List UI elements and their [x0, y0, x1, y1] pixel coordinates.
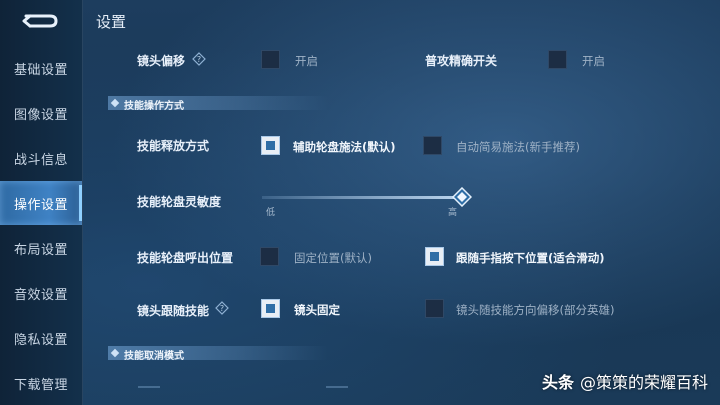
camera-follow-label: 镜头跟随技能 — [137, 304, 210, 318]
attack-precision-label: 普攻精确开关 — [425, 54, 498, 68]
attack-precision-option: 开启 — [582, 54, 605, 68]
skill-cast-option1-checkbox[interactable] — [261, 136, 280, 155]
watermark: 头条 @策策的荣耀百科 — [542, 369, 708, 393]
camera-offset-option: 开启 — [295, 54, 318, 68]
wheel-position-option2[interactable]: 跟随手指按下位置(适合滑动) — [456, 250, 605, 266]
wheel-sensitivity-label: 技能轮盘灵敏度 — [137, 195, 222, 209]
sidebar-item-download[interactable]: 下载管理 — [0, 361, 82, 405]
sidebar-item-basic[interactable]: 基础设置 — [0, 46, 82, 90]
section-skill-cancel-label: 技能取消模式 — [124, 351, 184, 362]
svg-text:?: ? — [197, 55, 201, 64]
wheel-position-label: 技能轮盘呼出位置 — [137, 251, 234, 265]
skill-cast-option1[interactable]: 辅助轮盘施法(默认) — [293, 139, 396, 155]
section-skill-operation-label: 技能操作方式 — [124, 101, 184, 112]
partial-row-indicator — [138, 386, 160, 388]
camera-follow-option1-checkbox[interactable] — [261, 299, 280, 318]
sensitivity-high-label: 高 — [448, 208, 458, 218]
wheel-position-option1-checkbox[interactable] — [260, 247, 279, 266]
sensitivity-slider-handle[interactable] — [452, 187, 472, 207]
attack-precision-checkbox[interactable] — [548, 50, 567, 69]
sidebar-item-controls[interactable]: 操作设置 — [0, 181, 82, 225]
page-title: 设置 — [96, 13, 127, 31]
watermark-author: @策策的荣耀百科 — [579, 373, 708, 392]
sidebar-item-privacy[interactable]: 隐私设置 — [0, 316, 82, 360]
sidebar-item-image[interactable]: 图像设置 — [0, 91, 82, 135]
camera-follow-option1[interactable]: 镜头固定 — [294, 302, 340, 318]
back-arrow-icon[interactable] — [20, 10, 60, 32]
skill-cast-option2-checkbox[interactable] — [423, 136, 442, 155]
skill-cast-label: 技能释放方式 — [137, 139, 210, 153]
sidebar: 基础设置 图像设置 战斗信息 操作设置 布局设置 音效设置 隐私设置 下载管理 — [0, 0, 83, 405]
partial-row-indicator — [326, 386, 348, 388]
skill-cast-option2[interactable]: 自动简易施法(新手推荐) — [456, 139, 580, 155]
svg-text:?: ? — [220, 304, 224, 313]
section-skill-operation: 技能操作方式 — [108, 96, 328, 112]
wheel-position-option2-checkbox[interactable] — [425, 247, 444, 266]
camera-offset-label: 镜头偏移 — [137, 54, 186, 68]
camera-follow-option2[interactable]: 镜头随技能方向偏移(部分英雄) — [456, 302, 614, 318]
help-icon[interactable]: ? — [215, 301, 229, 315]
sensitivity-slider-track[interactable] — [262, 196, 462, 199]
sensitivity-low-label: 低 — [266, 208, 276, 218]
camera-follow-option2-checkbox[interactable] — [425, 299, 444, 318]
sidebar-item-battle-info[interactable]: 战斗信息 — [0, 136, 82, 180]
sidebar-item-layout[interactable]: 布局设置 — [0, 226, 82, 270]
watermark-site: 头条 — [541, 373, 574, 392]
wheel-position-option1[interactable]: 固定位置(默认) — [294, 250, 372, 266]
help-icon[interactable]: ? — [192, 52, 206, 66]
background — [0, 0, 720, 405]
camera-offset-checkbox[interactable] — [261, 50, 280, 69]
sidebar-item-sound[interactable]: 音效设置 — [0, 271, 82, 315]
section-skill-cancel: 技能取消模式 — [108, 346, 328, 362]
